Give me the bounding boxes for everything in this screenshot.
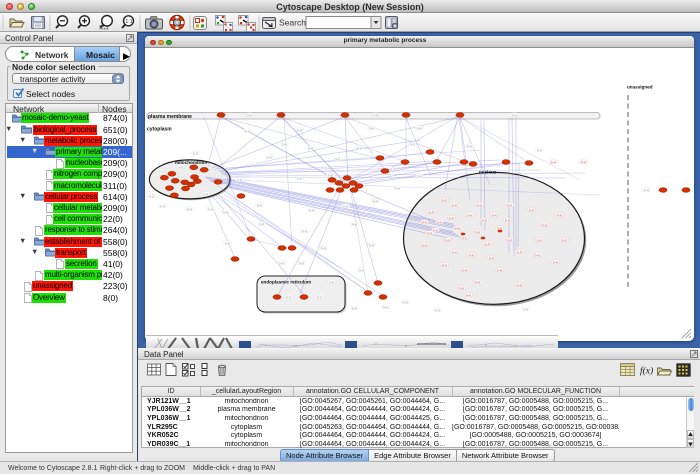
svg-text:[x-x]: [x-x] xyxy=(335,157,341,161)
svg-text:[x-x]: [x-x] xyxy=(535,253,541,257)
svg-text:[x-x]: [x-x] xyxy=(581,160,587,164)
svg-text:[x-x]: [x-x] xyxy=(462,236,468,240)
svg-text:[x-x]: [x-x] xyxy=(507,203,513,207)
svg-text:[x-x]: [x-x] xyxy=(410,142,416,146)
svg-text:[x-x]: [x-x] xyxy=(373,113,379,117)
svg-text:[x-x]: [x-x] xyxy=(517,250,523,254)
svg-text:[x-x]: [x-x] xyxy=(329,280,335,284)
svg-text:[x-x]: [x-x] xyxy=(505,218,511,222)
svg-text:[x-x]: [x-x] xyxy=(537,238,543,242)
svg-text:[x-x]: [x-x] xyxy=(403,300,409,304)
svg-text:[x-x]: [x-x] xyxy=(308,146,314,150)
svg-text:[x-x]: [x-x] xyxy=(497,226,503,230)
svg-text:[x-x]: [x-x] xyxy=(422,243,428,247)
svg-text:[x-x]: [x-x] xyxy=(282,142,288,146)
svg-text:[x-x]: [x-x] xyxy=(178,165,184,169)
svg-text:f(x): f(x) xyxy=(640,366,653,377)
svg-text:[x-x]: [x-x] xyxy=(462,268,468,272)
svg-text:[x-x]: [x-x] xyxy=(343,204,349,208)
svg-text:[x-x]: [x-x] xyxy=(466,293,472,297)
svg-text:[x-x]: [x-x] xyxy=(417,174,423,178)
svg-text:[x-x]: [x-x] xyxy=(644,188,650,192)
svg-text:[x-x]: [x-x] xyxy=(517,283,523,287)
svg-text:[x-x]: [x-x] xyxy=(477,203,483,207)
svg-text:[x-x]: [x-x] xyxy=(257,203,263,207)
svg-text:[x-x]: [x-x] xyxy=(352,222,358,226)
svg-text:[x-x]: [x-x] xyxy=(467,144,473,148)
svg-text:[x-x]: [x-x] xyxy=(497,268,503,272)
svg-text:[x-x]: [x-x] xyxy=(537,148,543,152)
svg-text:[x-x]: [x-x] xyxy=(427,231,433,235)
svg-text:[x-x]: [x-x] xyxy=(369,126,375,130)
svg-text:[x-x]: [x-x] xyxy=(149,194,155,198)
svg-text:[x-x]: [x-x] xyxy=(442,198,448,202)
svg-text:[x-x]: [x-x] xyxy=(297,176,303,180)
svg-text:[x-x]: [x-x] xyxy=(299,261,305,265)
svg-text:[x-x]: [x-x] xyxy=(445,238,451,242)
svg-text:[x-x]: [x-x] xyxy=(225,241,231,245)
svg-text:[x-x]: [x-x] xyxy=(489,256,495,260)
svg-text:[x-x]: [x-x] xyxy=(328,173,334,177)
svg-text:[x-x]: [x-x] xyxy=(557,213,563,217)
svg-text:[x-x]: [x-x] xyxy=(286,295,292,299)
svg-text:[x-x]: [x-x] xyxy=(237,178,243,182)
svg-text:[x-x]: [x-x] xyxy=(455,226,461,230)
svg-text:[x-x]: [x-x] xyxy=(449,216,455,220)
svg-text:[x-x]: [x-x] xyxy=(542,223,548,227)
svg-text:[x-x]: [x-x] xyxy=(475,230,481,234)
svg-text:[x-x]: [x-x] xyxy=(297,128,303,132)
svg-text:[x-x]: [x-x] xyxy=(302,229,308,233)
svg-text:plasma membrane: plasma membrane xyxy=(148,114,192,120)
svg-text:[x-x]: [x-x] xyxy=(442,263,448,267)
svg-text:[x-x]: [x-x] xyxy=(551,160,557,164)
svg-text:1:1: 1:1 xyxy=(125,19,132,25)
svg-text:[x-x]: [x-x] xyxy=(529,208,535,212)
svg-text:[x-x]: [x-x] xyxy=(309,208,315,212)
svg-text:[x-x]: [x-x] xyxy=(452,250,458,254)
svg-text:[x-x]: [x-x] xyxy=(452,203,458,207)
svg-text:[x-x]: [x-x] xyxy=(523,307,529,311)
svg-text:[x-x]: [x-x] xyxy=(352,306,358,310)
svg-text:[x-x]: [x-x] xyxy=(467,213,473,217)
svg-text:[x-x]: [x-x] xyxy=(459,286,465,290)
svg-text:[x-x]: [x-x] xyxy=(223,210,229,214)
svg-text:[x-x]: [x-x] xyxy=(469,253,475,257)
svg-text:cytoplasm: cytoplasm xyxy=(147,127,172,133)
svg-text:Search:: Search: xyxy=(279,18,308,28)
svg-text:[x-x]: [x-x] xyxy=(429,210,435,214)
svg-text:unassigned: unassigned xyxy=(627,85,653,90)
svg-text:[x-x]: [x-x] xyxy=(395,186,401,190)
svg-text:[x-x]: [x-x] xyxy=(383,305,389,309)
svg-text:[x-x]: [x-x] xyxy=(369,243,375,247)
svg-text:[x-x]: [x-x] xyxy=(482,218,488,222)
svg-text:[x-x]: [x-x] xyxy=(208,207,214,211)
svg-text:[x-x]: [x-x] xyxy=(357,146,363,150)
svg-text:[x-x]: [x-x] xyxy=(422,220,428,224)
svg-text:[x-x]: [x-x] xyxy=(417,126,423,130)
svg-text:[x-x]: [x-x] xyxy=(245,129,251,133)
svg-text:[x-x]: [x-x] xyxy=(553,260,559,264)
svg-text:[x-x]: [x-x] xyxy=(187,207,193,211)
svg-text:[x-x]: [x-x] xyxy=(435,308,441,312)
svg-text:[x-x]: [x-x] xyxy=(492,213,498,217)
svg-text:[x-x]: [x-x] xyxy=(247,113,253,117)
svg-text:[x-x]: [x-x] xyxy=(259,222,265,226)
svg-text:[x-x]: [x-x] xyxy=(475,280,481,284)
svg-text:[x-x]: [x-x] xyxy=(512,113,518,117)
svg-text:[x-x]: [x-x] xyxy=(373,199,379,203)
svg-text:[x-x]: [x-x] xyxy=(160,204,166,208)
svg-text:[x-x]: [x-x] xyxy=(359,268,365,272)
svg-text:[x-x]: [x-x] xyxy=(279,261,285,265)
svg-text:[x-x]: [x-x] xyxy=(321,246,327,250)
svg-text:[x-x]: [x-x] xyxy=(193,151,199,155)
svg-text:[x-x]: [x-x] xyxy=(433,228,439,232)
svg-text:[x-x]: [x-x] xyxy=(203,192,209,196)
svg-text:[x-x]: [x-x] xyxy=(267,155,273,159)
svg-text:[x-x]: [x-x] xyxy=(562,238,568,242)
svg-text:[x-x]: [x-x] xyxy=(317,295,323,299)
svg-text:[x-x]: [x-x] xyxy=(437,220,443,224)
svg-text:[x-x]: [x-x] xyxy=(507,238,513,242)
svg-text:[x-x]: [x-x] xyxy=(485,242,491,246)
